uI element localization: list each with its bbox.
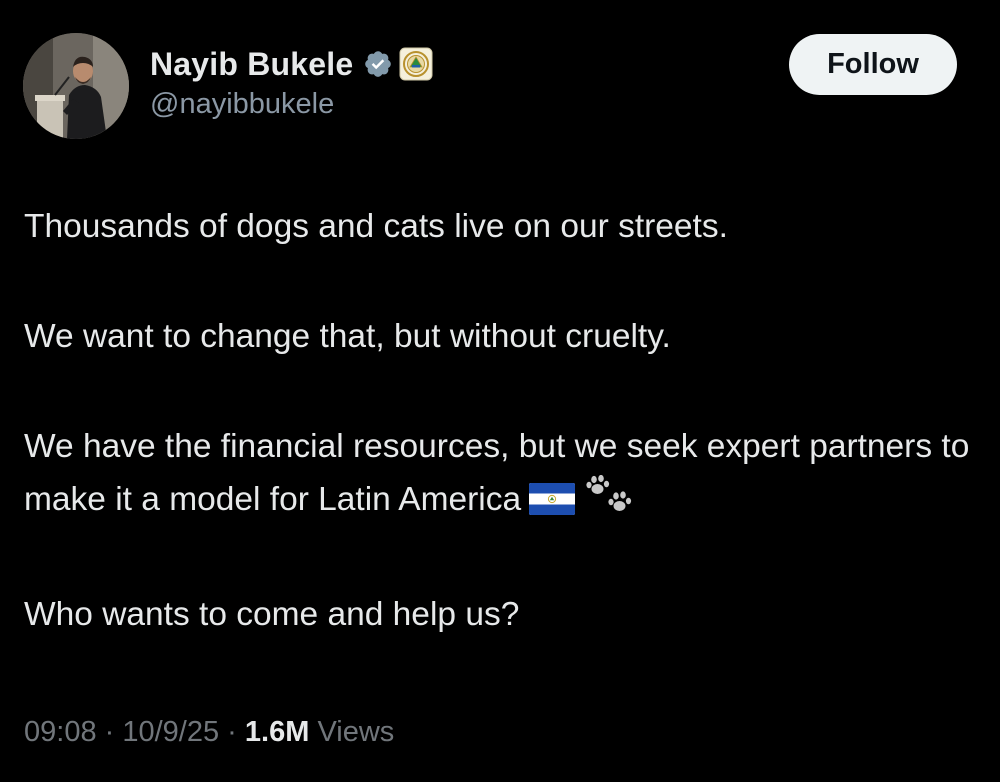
el-salvador-flag-icon [529,478,576,531]
tweet-time[interactable]: 09:08 [24,716,97,749]
display-name[interactable]: Nayib Bukele [150,46,353,83]
handle[interactable]: @nayibbukele [150,88,334,121]
follow-button[interactable]: Follow [789,34,957,95]
tweet-meta: 09:08 · 10/9/25 · 1.6M Views [24,716,394,749]
display-name-row: Nayib Bukele [150,44,433,84]
tweet: Nayib Bukele @nayibbukele Follow Thousan… [0,0,1000,782]
tweet-paragraph: We have the financial resources, but we … [24,428,970,518]
paw-prints-icon [583,474,633,531]
tweet-paragraph: We want to change that, but without crue… [24,318,671,355]
tweet-paragraph: Thousands of dogs and cats live on our s… [24,208,728,245]
tweet-text: Thousands of dogs and cats live on our s… [24,200,984,641]
avatar[interactable] [23,33,129,139]
views-label: Views [309,716,395,748]
avatar-photo [23,33,129,139]
meta-separator: · [219,716,245,748]
tweet-date[interactable]: 10/9/25 [122,716,219,749]
verified-check-icon [363,49,393,79]
tweet-paragraph: Who wants to come and help us? [24,596,520,633]
el-salvador-government-seal-icon[interactable] [399,47,433,81]
tweet-paragraph-with-emoji: We have the financial resources, but we … [24,420,984,531]
views-count[interactable]: 1.6M [245,716,309,749]
meta-separator: · [96,716,123,748]
